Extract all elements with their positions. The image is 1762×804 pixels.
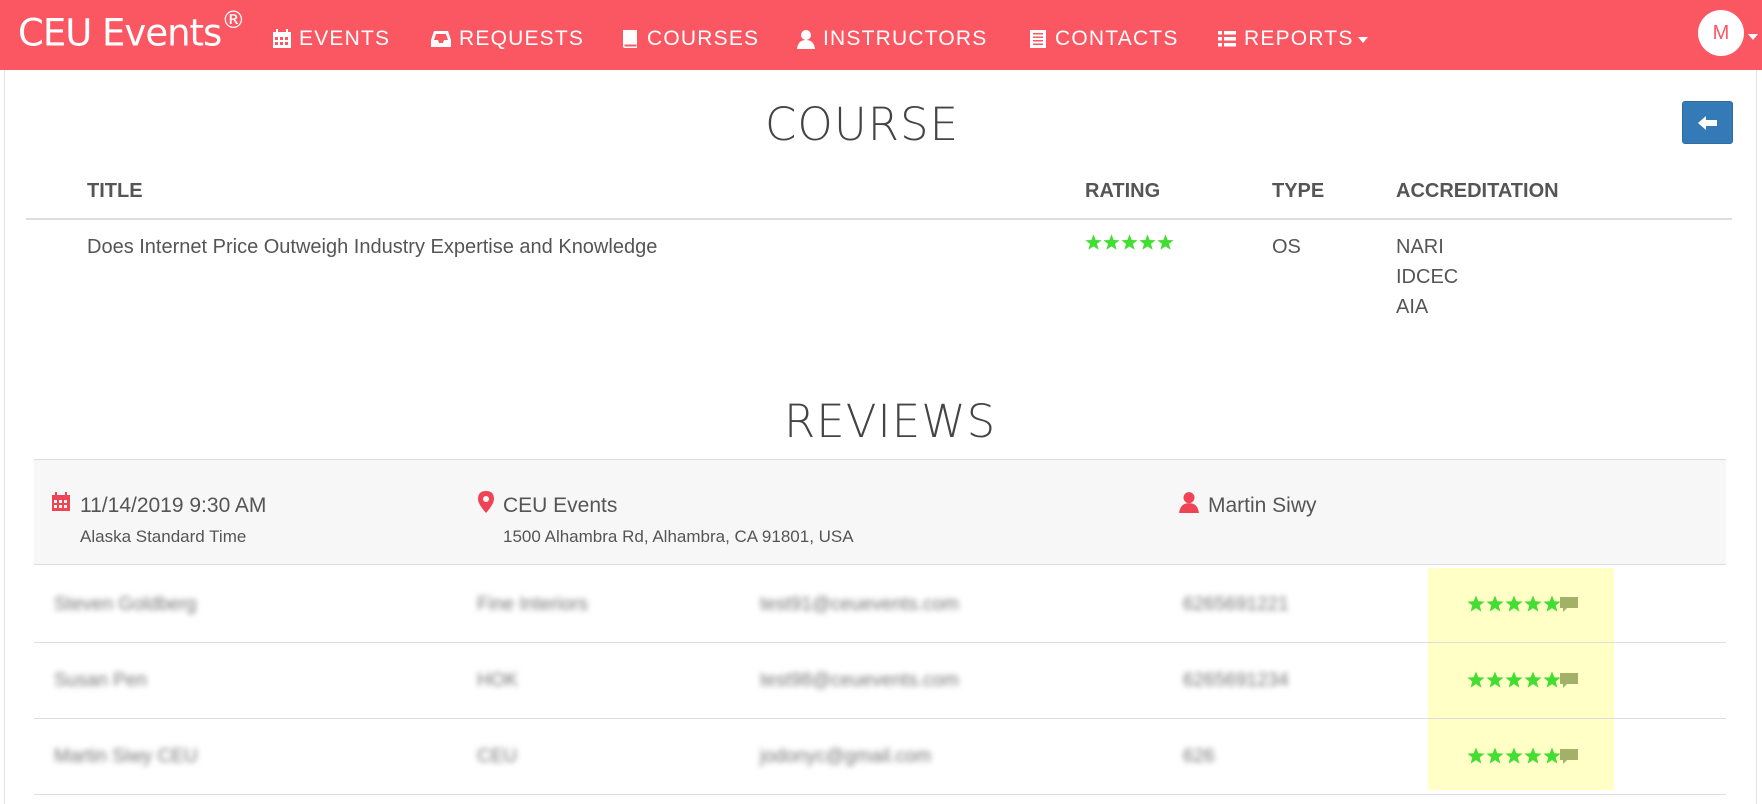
course-heading: COURSE bbox=[765, 98, 960, 151]
nav-requests[interactable]: REQUESTS bbox=[430, 26, 584, 52]
top-navbar: CEU Events® EVENTS REQUESTS COURSES INST… bbox=[0, 0, 1762, 70]
book-icon bbox=[623, 30, 637, 48]
brand-name: CEU Events bbox=[18, 11, 222, 55]
star-icon bbox=[1524, 595, 1542, 612]
back-button[interactable] bbox=[1682, 101, 1733, 144]
nav-reports[interactable]: REPORTS bbox=[1217, 26, 1368, 52]
column-header-title[interactable]: TITLE bbox=[87, 180, 143, 203]
nav-instructors[interactable]: INSTRUCTORS bbox=[796, 26, 988, 52]
nav-requests-label: REQUESTS bbox=[459, 27, 585, 50]
calendar-icon bbox=[273, 29, 291, 48]
nav-events-label: EVENTS bbox=[299, 27, 391, 50]
event-timezone: Alaska Standard Time bbox=[80, 527, 247, 546]
star-icon bbox=[1486, 671, 1504, 688]
course-title: Does Internet Price Outweigh Industry Ex… bbox=[87, 236, 658, 258]
review-rating-stars bbox=[1467, 595, 1561, 613]
event-summary-panel bbox=[34, 459, 1726, 565]
star-icon bbox=[1543, 671, 1561, 688]
brand-registered-mark: ® bbox=[221, 6, 245, 34]
star-icon bbox=[1524, 747, 1542, 764]
nav-reports-label: REPORTS bbox=[1244, 27, 1354, 50]
review-rating-stars bbox=[1467, 671, 1561, 689]
nav-instructors-label: INSTRUCTORS bbox=[823, 27, 988, 50]
user-icon bbox=[1179, 492, 1199, 513]
star-icon bbox=[1139, 234, 1156, 250]
chevron-down-icon bbox=[1357, 37, 1368, 43]
comment-icon[interactable] bbox=[1560, 597, 1578, 613]
accreditation-aia: AIA bbox=[1396, 296, 1429, 318]
page-frame-left bbox=[4, 70, 5, 804]
accreditation-idcec: IDCEC bbox=[1396, 266, 1459, 288]
star-icon bbox=[1543, 747, 1561, 764]
table-header-divider bbox=[26, 218, 1732, 220]
list-icon bbox=[1218, 31, 1236, 47]
event-instructor: Martin Siwy bbox=[1208, 494, 1317, 517]
column-header-rating[interactable]: RATING bbox=[1085, 180, 1160, 203]
star-icon bbox=[1505, 595, 1523, 612]
reviewer-name: Steven Goldberg bbox=[54, 594, 197, 615]
star-icon bbox=[1103, 234, 1120, 250]
reviewer-phone: 626 bbox=[1183, 746, 1215, 767]
star-icon bbox=[1505, 671, 1523, 688]
star-icon bbox=[1157, 234, 1174, 250]
reviewer-phone: 6265691221 bbox=[1183, 594, 1289, 615]
reviewer-name: Martin Siwy CEU bbox=[54, 746, 198, 767]
nav-courses-label: COURSES bbox=[647, 27, 760, 50]
reviewer-company: HOK bbox=[477, 670, 519, 691]
nav-events[interactable]: EVENTS bbox=[272, 26, 390, 52]
row-divider bbox=[34, 794, 1726, 795]
address-book-icon bbox=[1030, 30, 1046, 48]
comment-icon[interactable] bbox=[1560, 673, 1578, 689]
star-icon bbox=[1467, 595, 1485, 612]
star-icon bbox=[1543, 595, 1561, 612]
page-frame-right bbox=[1756, 70, 1757, 804]
calendar-icon bbox=[52, 492, 70, 511]
row-divider bbox=[34, 642, 1726, 643]
star-icon bbox=[1505, 747, 1523, 764]
review-rating-stars bbox=[1467, 747, 1561, 765]
reviewer-email: test91@ceuevents.com bbox=[760, 594, 959, 615]
reviewer-company: Fine Interiors bbox=[477, 594, 588, 615]
course-type: OS bbox=[1272, 236, 1301, 258]
course-rating-stars bbox=[1085, 234, 1174, 251]
user-icon bbox=[797, 30, 815, 49]
comment-icon[interactable] bbox=[1560, 749, 1578, 765]
map-marker-icon bbox=[478, 491, 494, 513]
event-venue: CEU Events bbox=[503, 494, 618, 517]
nav-courses[interactable]: COURSES bbox=[620, 26, 759, 52]
user-avatar[interactable]: M bbox=[1698, 10, 1744, 56]
arrow-left-icon bbox=[1697, 115, 1717, 130]
star-icon bbox=[1085, 234, 1102, 250]
nav-contacts[interactable]: CONTACTS bbox=[1028, 26, 1179, 52]
star-icon bbox=[1121, 234, 1138, 250]
reviewer-email: jodonyc@gmail.com bbox=[760, 746, 932, 767]
star-icon bbox=[1467, 747, 1485, 764]
brand-logo[interactable]: CEU Events® bbox=[18, 6, 245, 55]
reviewer-name: Susan Pen bbox=[54, 670, 147, 691]
accreditation-nari: NARI bbox=[1396, 236, 1444, 258]
nav-contacts-label: CONTACTS bbox=[1055, 27, 1179, 50]
star-icon bbox=[1486, 747, 1504, 764]
star-icon bbox=[1486, 595, 1504, 612]
event-datetime: 11/14/2019 9:30 AM bbox=[80, 494, 267, 517]
row-divider bbox=[34, 718, 1726, 719]
reviewer-company: CEU bbox=[477, 746, 518, 767]
reviews-heading: REVIEWS bbox=[784, 395, 997, 448]
event-address: 1500 Alhambra Rd, Alhambra, CA 91801, US… bbox=[503, 527, 854, 546]
reviewer-email: test98@ceuevents.com bbox=[760, 670, 959, 691]
column-header-accreditation[interactable]: ACCREDITATION bbox=[1396, 180, 1559, 203]
star-icon bbox=[1467, 671, 1485, 688]
inbox-icon bbox=[431, 31, 451, 47]
column-header-type[interactable]: TYPE bbox=[1272, 180, 1324, 203]
avatar-chevron-down-icon[interactable] bbox=[1748, 34, 1758, 40]
star-icon bbox=[1524, 671, 1542, 688]
reviewer-phone: 6265691234 bbox=[1183, 670, 1289, 691]
